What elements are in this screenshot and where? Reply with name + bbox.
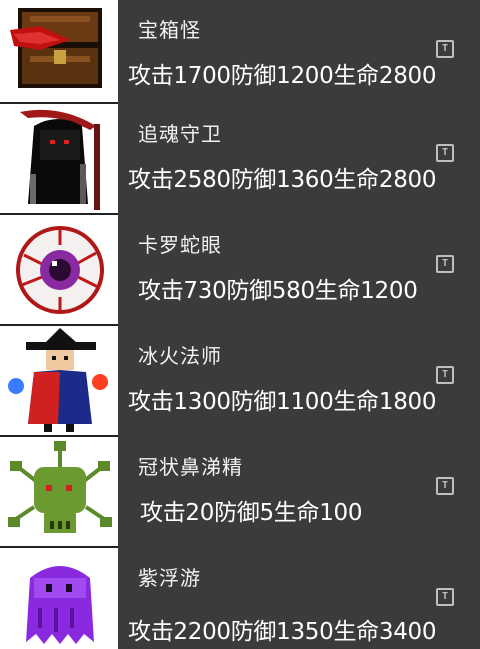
- monster-stats: 攻击1700防御1200生命2800: [128, 63, 437, 89]
- text-toggle-button[interactable]: T: [436, 477, 454, 495]
- monster-name: 追魂守卫: [138, 122, 222, 146]
- monster-info: 紫浮游 T 攻击2200防御1350生命3400: [118, 548, 480, 649]
- monster-info: 追魂守卫 T 攻击2580防御1360生命2800: [118, 104, 480, 215]
- list-item[interactable]: 冠状鼻涕精 T 攻击20防御5生命100: [0, 437, 480, 548]
- monster-name: 宝箱怪: [138, 18, 201, 42]
- monster-info: 冰火法师 T 攻击1300防御1100生命1800: [118, 326, 480, 437]
- monster-stats: 攻击2580防御1360生命2800: [128, 167, 437, 193]
- monster-stats: 攻击1300防御1100生命1800: [128, 389, 437, 415]
- list-item[interactable]: 紫浮游 T 攻击2200防御1350生命3400: [0, 548, 480, 649]
- monster-info: 冠状鼻涕精 T 攻击20防御5生命100: [118, 437, 480, 548]
- eyeball-icon: [0, 215, 118, 326]
- text-toggle-button[interactable]: T: [436, 144, 454, 162]
- monster-name: 冠状鼻涕精: [138, 455, 243, 479]
- text-toggle-button[interactable]: T: [436, 588, 454, 606]
- monster-name: 冰火法师: [138, 344, 222, 368]
- monster-list: 宝箱怪 T 攻击1700防御1200生命2800 追魂守卫 T 攻击2580防御…: [0, 0, 480, 649]
- wizard-icon: [0, 326, 118, 437]
- list-item[interactable]: 冰火法师 T 攻击1300防御1100生命1800: [0, 326, 480, 437]
- monster-stats: 攻击20防御5生命100: [140, 500, 363, 526]
- list-item[interactable]: 宝箱怪 T 攻击1700防御1200生命2800: [0, 0, 480, 111]
- monster-stats: 攻击2200防御1350生命3400: [128, 619, 437, 645]
- monster-name: 卡罗蛇眼: [138, 233, 222, 257]
- monster-info: 卡罗蛇眼 T 攻击730防御580生命1200: [118, 215, 480, 326]
- virus-slime-icon: [0, 437, 118, 548]
- chest-mimic-icon: [0, 0, 118, 111]
- text-toggle-button[interactable]: T: [436, 40, 454, 58]
- monster-info: 宝箱怪 T 攻击1700防御1200生命2800: [118, 0, 480, 111]
- list-item[interactable]: 卡罗蛇眼 T 攻击730防御580生命1200: [0, 215, 480, 326]
- monster-stats: 攻击730防御580生命1200: [138, 278, 418, 304]
- purple-ghost-icon: [0, 548, 118, 649]
- monster-name: 紫浮游: [138, 566, 201, 590]
- list-item[interactable]: 追魂守卫 T 攻击2580防御1360生命2800: [0, 104, 480, 215]
- text-toggle-button[interactable]: T: [436, 366, 454, 384]
- reaper-icon: [0, 104, 118, 215]
- text-toggle-button[interactable]: T: [436, 255, 454, 273]
